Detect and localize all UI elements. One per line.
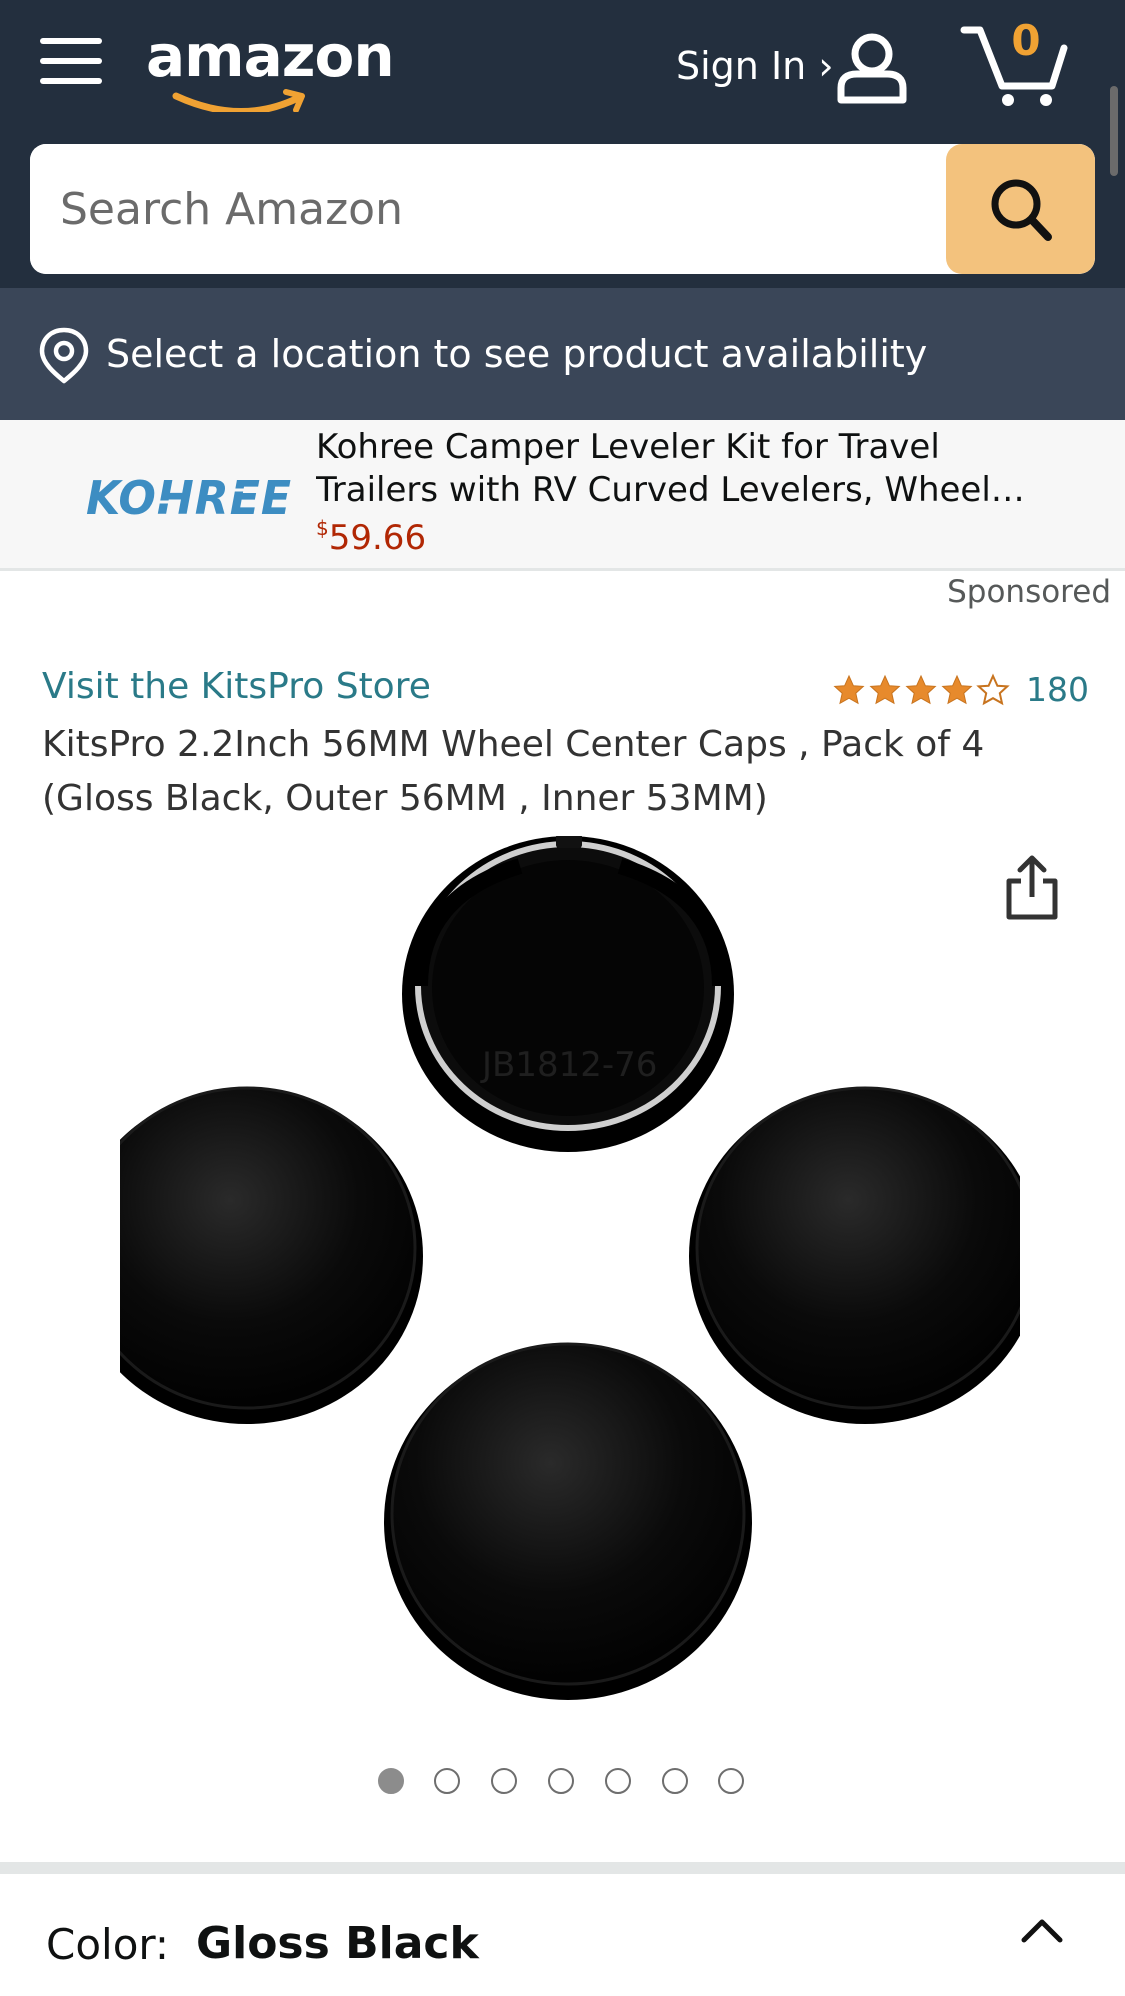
search-button[interactable] [946, 144, 1095, 274]
sponsored-label[interactable]: Sponsored [947, 574, 1111, 610]
store-link[interactable]: Visit the KitsPro Store [42, 666, 431, 707]
scrollbar[interactable] [1110, 86, 1118, 176]
smile-icon [172, 89, 305, 112]
user-icon[interactable] [835, 30, 910, 105]
svg-text:KOHREE: KOHREE [86, 471, 292, 524]
carousel-dot[interactable] [605, 1768, 631, 1794]
banner-product-title[interactable]: Kohree Camper Leveler Kit for Travel Tra… [316, 426, 1036, 512]
amazon-logo[interactable]: amazon [146, 22, 396, 112]
carousel-dot[interactable] [378, 1768, 404, 1794]
location-text: Select a location to see product availab… [106, 332, 928, 376]
cap-back: JB1812-76 [402, 836, 734, 1152]
carousel-dot[interactable] [662, 1768, 688, 1794]
location-pin-icon [39, 327, 89, 384]
price-currency: $ [316, 516, 329, 540]
banner-title-line-1: Kohree Camper Leveler Kit for Travel [316, 427, 940, 467]
product-title: KitsPro 2.2Inch 56MM Wheel Center Caps ,… [42, 724, 985, 819]
cart-button[interactable]: 0 [960, 16, 1070, 110]
kohree-logo: KOHREE [86, 471, 292, 524]
search-bar [30, 144, 1095, 274]
chevron-up-icon[interactable] [1018, 1910, 1066, 1950]
sponsored-banner[interactable]: KOHREE Kohree Camper Leveler Kit for Tra… [0, 420, 1125, 571]
carousel-dot[interactable] [491, 1768, 517, 1794]
cap-left [120, 1086, 423, 1424]
location-bar[interactable]: Select a location to see product availab… [0, 288, 1125, 420]
cap-bottom [384, 1342, 752, 1700]
rating-count[interactable]: 180 [1026, 670, 1089, 709]
search-icon [991, 179, 1052, 241]
color-value[interactable]: Gloss Black [196, 1918, 479, 1969]
cap-right [689, 1086, 1020, 1424]
banner-price: $59.66 [316, 516, 426, 558]
price-value: 59.66 [328, 518, 427, 558]
carousel-dot[interactable] [548, 1768, 574, 1794]
svg-text:JB1812-76: JB1812-76 [480, 1045, 657, 1085]
image-carousel-dots [378, 1768, 758, 1798]
carousel-dot[interactable] [718, 1768, 744, 1794]
section-divider [0, 1862, 1125, 1874]
banner-title-line-2: Trailers with RV Curved Levelers, Wheel… [316, 470, 1025, 510]
product-image[interactable]: JB1812-76 [120, 836, 1020, 1706]
header: amazon Sign In › 0 [0, 0, 1125, 288]
cart-count: 0 [1011, 16, 1041, 65]
search-input[interactable] [30, 144, 946, 274]
sign-in-link[interactable]: Sign In › [676, 44, 834, 88]
rating-stars[interactable] [832, 670, 1012, 710]
carousel-dot[interactable] [434, 1768, 460, 1794]
color-label: Color: [46, 1920, 170, 1969]
hamburger-menu-icon[interactable] [40, 34, 102, 90]
